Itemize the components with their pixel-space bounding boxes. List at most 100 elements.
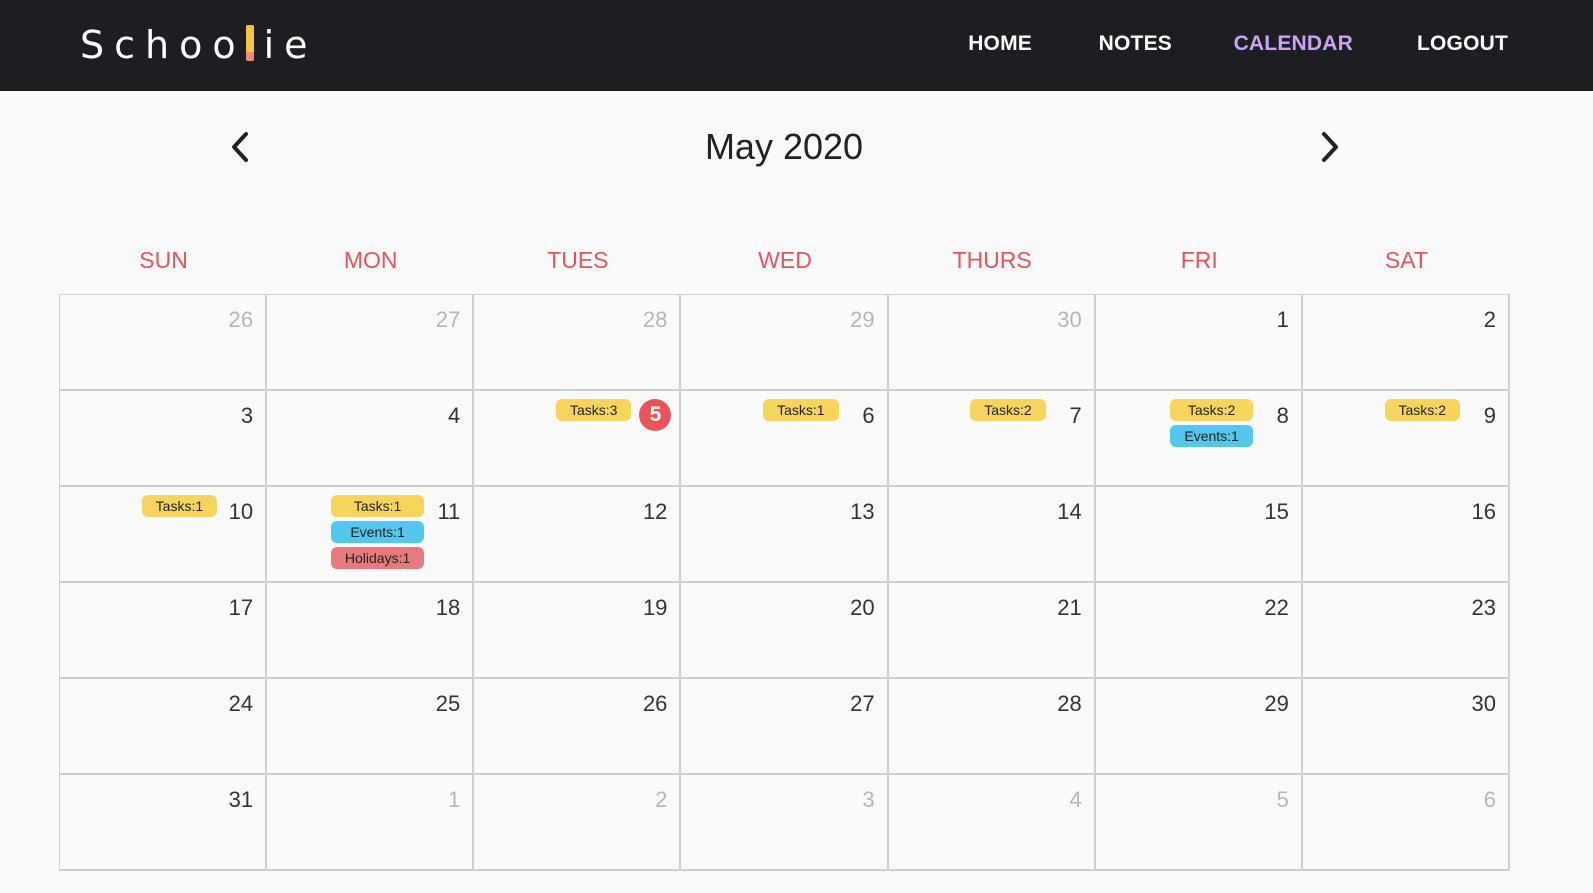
calendar-day-cell[interactable]: 21 <box>888 583 1096 679</box>
calendar-day-cell[interactable]: 8 Tasks:2 Events:1 <box>1095 391 1303 487</box>
calendar-day-cell[interactable]: 6 <box>1302 775 1510 871</box>
day-number: 3 <box>240 403 254 428</box>
calendar-day-cell[interactable]: 2 <box>1302 295 1510 391</box>
calendar-day-cell[interactable]: 9 Tasks:2 <box>1302 391 1510 487</box>
nav-home-link[interactable]: HOME <box>968 32 1032 56</box>
calendar-day-cell[interactable]: 4 <box>888 775 1096 871</box>
calendar-day-cell[interactable]: 27 <box>267 295 475 391</box>
app-logo[interactable]: Schoo ie <box>80 22 318 68</box>
day-number: 26 <box>642 691 668 716</box>
calendar-day-cell[interactable]: 3 <box>60 391 268 487</box>
calendar-day-cell[interactable]: 30 <box>888 295 1096 391</box>
next-month-button[interactable] <box>1312 130 1346 164</box>
calendar-day-cell[interactable]: 1 <box>1095 295 1303 391</box>
weekday-label: MON <box>343 247 398 273</box>
day-number: 21 <box>1057 595 1082 620</box>
tasks-badge[interactable]: Tasks:1 <box>330 495 425 517</box>
day-number: 7 <box>1069 403 1082 428</box>
calendar-day-cell[interactable]: 17 <box>60 583 268 679</box>
day-number: 15 <box>1264 499 1289 524</box>
calendar-day-cell[interactable]: 22 <box>1095 583 1303 679</box>
day-number: 30 <box>1471 691 1496 716</box>
calendar-day-cell[interactable]: 29 <box>681 295 889 391</box>
day-number: 6 <box>862 403 875 428</box>
events-badge[interactable]: Events:1 <box>1170 425 1253 447</box>
day-number: 29 <box>1264 691 1289 716</box>
calendar-day-cell[interactable]: 16 <box>1302 487 1510 583</box>
nav-notes-link[interactable]: NOTES <box>1099 32 1172 56</box>
calendar-grid: 26 27 28 29 30 1 2 3 4 5 Tasks:3 6 Tasks:1 7 Tasks:2 8 T… <box>59 294 1510 871</box>
day-number: 25 <box>435 691 461 716</box>
calendar-day-cell[interactable]: 6 Tasks:1 <box>681 391 889 487</box>
calendar-day-cell[interactable]: 20 <box>681 583 889 679</box>
calendar-day-cell[interactable]: 3 <box>681 775 889 871</box>
calendar-day-cell[interactable]: 14 <box>888 487 1096 583</box>
tasks-badge[interactable]: Tasks:3 <box>555 399 632 421</box>
calendar-day-cell[interactable]: 28 <box>888 679 1096 775</box>
calendar-day-cell[interactable]: 25 <box>267 679 475 775</box>
calendar-day-cell[interactable]: 13 <box>681 487 889 583</box>
day-number: 29 <box>850 307 875 332</box>
calendar-day-cell[interactable]: 28 <box>474 295 682 391</box>
weekday-header: SUN MON TUES WED THURS FRI SAT <box>60 244 1510 276</box>
calendar-day-cell[interactable]: 5 Tasks:3 <box>474 391 682 487</box>
day-number: 11 <box>437 499 461 524</box>
tasks-badge[interactable]: Tasks:1 <box>141 495 218 517</box>
day-number: 24 <box>228 691 254 716</box>
calendar-day-cell[interactable]: 15 <box>1095 487 1303 583</box>
day-number: 27 <box>435 307 461 332</box>
day-badges: Tasks:1 Events:1 Holidays:1 <box>330 495 425 569</box>
day-number: 4 <box>448 403 461 428</box>
weekday-label: THURS <box>952 247 1032 273</box>
day-badges: Tasks:2 <box>970 399 1046 421</box>
calendar-day-cell[interactable]: 12 <box>474 487 682 583</box>
day-number: 19 <box>642 595 668 620</box>
weekday-label: SAT <box>1384 247 1428 273</box>
day-number: 4 <box>1069 787 1082 812</box>
weekday-label: TUES <box>547 247 609 273</box>
day-number: 12 <box>642 499 668 524</box>
day-number: 8 <box>1276 403 1289 428</box>
calendar-day-cell[interactable]: 18 <box>267 583 475 679</box>
calendar-day-cell[interactable]: 26 <box>60 295 268 391</box>
day-number: 1 <box>448 787 461 812</box>
day-number: 1 <box>1276 307 1289 332</box>
calendar-day-cell[interactable]: 23 <box>1302 583 1510 679</box>
calendar-day-cell[interactable]: 27 <box>681 679 889 775</box>
day-number: 2 <box>655 787 668 812</box>
day-number: 2 <box>1483 307 1496 332</box>
calendar-day-cell[interactable]: 26 <box>474 679 682 775</box>
holidays-badge[interactable]: Holidays:1 <box>330 547 425 569</box>
day-number: 3 <box>862 787 875 812</box>
events-badge[interactable]: Events:1 <box>330 521 425 543</box>
day-number: 26 <box>228 307 254 332</box>
calendar-day-cell[interactable]: 30 <box>1302 679 1510 775</box>
day-number: 17 <box>228 595 254 620</box>
calendar-day-cell[interactable]: 2 <box>474 775 682 871</box>
calendar-day-cell[interactable]: 5 <box>1095 775 1303 871</box>
calendar-day-cell[interactable]: 10 Tasks:1 <box>60 487 268 583</box>
day-number: 31 <box>228 787 254 812</box>
calendar-day-cell[interactable]: 31 <box>60 775 268 871</box>
nav-calendar-link[interactable]: CALENDAR <box>1234 32 1353 56</box>
calendar-day-cell[interactable]: 7 Tasks:2 <box>888 391 1096 487</box>
nav-logout-link[interactable]: LOGOUT <box>1417 32 1508 56</box>
day-badges: Tasks:2 <box>1384 399 1460 421</box>
calendar-day-cell[interactable]: 11 Tasks:1 Events:1 Holidays:1 <box>267 487 475 583</box>
calendar-day-cell[interactable]: 4 <box>267 391 475 487</box>
weekday-label: SUN <box>139 247 188 273</box>
day-badges: Tasks:1 <box>141 495 218 517</box>
calendar-day-cell[interactable]: 19 <box>474 583 682 679</box>
day-number: 10 <box>228 499 254 524</box>
tasks-badge[interactable]: Tasks:2 <box>1170 399 1253 421</box>
calendar-day-cell[interactable]: 24 <box>60 679 268 775</box>
tasks-badge[interactable]: Tasks:1 <box>763 399 839 421</box>
logo-text-end: ie <box>263 23 318 67</box>
logo-text-start: Schoo <box>80 23 246 67</box>
calendar-day-cell[interactable]: 29 <box>1095 679 1303 775</box>
day-number: 16 <box>1471 499 1496 524</box>
day-number: 6 <box>1483 787 1496 812</box>
tasks-badge[interactable]: Tasks:2 <box>1384 399 1460 421</box>
calendar-day-cell[interactable]: 1 <box>267 775 475 871</box>
tasks-badge[interactable]: Tasks:2 <box>970 399 1046 421</box>
